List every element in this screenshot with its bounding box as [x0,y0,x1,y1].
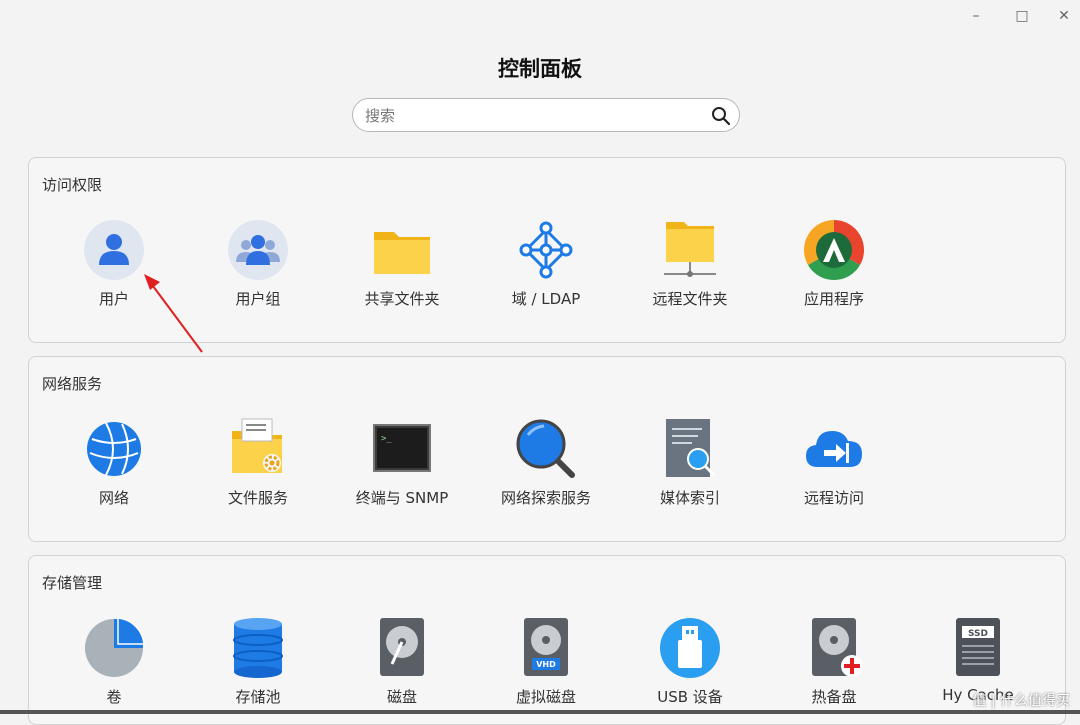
item-label: 网络探索服务 [500,489,591,507]
item-shared-folder[interactable]: 共享文件夹 [332,218,472,309]
section-network-services: 网络服务 网络 文件服务 >_ 终端与 SNMP 网络探索服务 媒体索引 远程访… [28,356,1066,542]
item-label: 文件服务 [227,489,288,507]
item-usb-device[interactable]: USB 设备 [620,616,760,707]
item-label: 远程访问 [803,489,864,507]
item-application[interactable]: 应用程序 [764,218,904,309]
section-title: 网络服务 [42,375,103,393]
item-media-index[interactable]: 媒体索引 [620,417,760,508]
svg-text:SSD: SSD [968,629,988,639]
media-index-icon [666,419,716,477]
svg-text:>_: >_ [381,434,392,444]
remote-access-icon [806,431,862,467]
search-input[interactable] [363,104,697,128]
item-domain-ldap[interactable]: 域 / LDAP [476,218,616,309]
item-label: 媒体索引 [659,489,720,507]
disk-icon [380,618,424,676]
user-icon [84,220,144,280]
item-label: USB 设备 [657,688,723,706]
item-label: 应用程序 [803,290,864,308]
maximize-button[interactable]: □ [1012,8,1032,24]
item-disk[interactable]: 磁盘 [332,616,472,707]
item-storage-pool[interactable]: 存储池 [188,616,328,707]
item-user[interactable]: 用户 [44,218,184,309]
file-service-icon [232,418,282,473]
application-icon [803,220,865,281]
globe-icon [87,422,141,476]
item-label: 域 / LDAP [511,290,581,308]
item-label: 卷 [106,688,122,706]
section-title: 存储管理 [42,574,103,592]
item-hot-spare[interactable]: 热备盘 [764,616,904,707]
item-volume[interactable]: 卷 [44,616,184,707]
item-label: 虚拟磁盘 [515,688,576,706]
user-group-icon [228,220,288,280]
item-label: 网络 [98,489,129,507]
item-label: 远程文件夹 [652,290,728,308]
item-label: 存储池 [235,688,281,706]
section-storage-management: 存储管理 卷 存储池 磁盘 VHD 虚拟磁盘 USB 设备 热备盘 SSD Hy… [28,555,1066,725]
ssd-cache-icon: SSD [956,618,1000,676]
search-icon[interactable] [711,106,731,126]
shared-folder-icon [374,232,430,274]
domain-ldap-icon [519,221,573,279]
remote-folder-icon [664,222,716,277]
page-title: 控制面板 [498,57,582,81]
item-user-group[interactable]: 用户组 [188,218,328,309]
storage-pool-icon [233,618,283,678]
volume-icon [85,617,145,677]
item-network[interactable]: 网络 [44,417,184,508]
item-remote-folder[interactable]: 远程文件夹 [620,218,760,309]
section-title: 访问权限 [42,176,103,194]
terminal-icon: >_ [373,424,431,472]
watermark: 值 | 什么值得买 [972,693,1070,709]
item-label: 用户 [98,290,129,308]
network-discovery-icon [516,419,575,478]
minimize-button[interactable]: – [966,8,986,24]
item-label: 热备盘 [811,688,857,706]
item-remote-access[interactable]: 远程访问 [764,417,904,508]
item-terminal-snmp[interactable]: >_ 终端与 SNMP [332,417,472,508]
hot-spare-icon [812,618,863,677]
section-access-rights: 访问权限 用户 用户组 共享文件夹 域 / LDAP 远程文件夹 应用程序 [28,157,1066,343]
item-network-discovery[interactable]: 网络探索服务 [476,417,616,508]
search-box[interactable] [352,98,740,132]
virtual-disk-icon: VHD [524,618,568,676]
item-label: 终端与 SNMP [355,489,449,507]
item-file-service[interactable]: 文件服务 [188,417,328,508]
item-virtual-disk[interactable]: VHD 虚拟磁盘 [476,616,616,707]
item-label: 磁盘 [386,688,417,706]
close-button[interactable]: ✕ [1054,8,1074,24]
usb-icon [660,618,720,678]
item-label: 共享文件夹 [364,290,440,308]
svg-text:VHD: VHD [536,660,556,669]
bottom-bar [0,710,1080,714]
item-label: 用户组 [235,290,281,308]
